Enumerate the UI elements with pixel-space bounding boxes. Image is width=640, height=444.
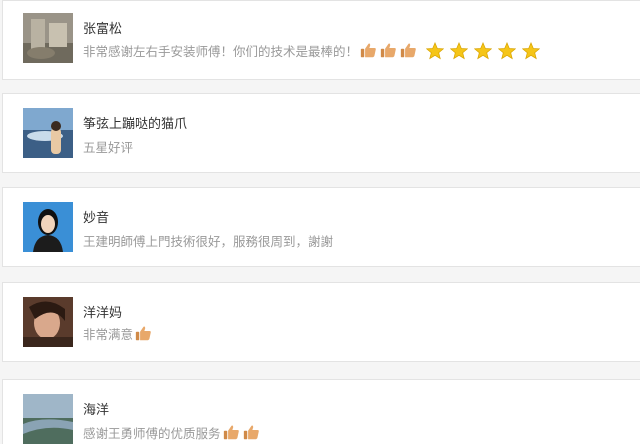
- review-card: 洋洋妈 非常满意: [2, 282, 640, 362]
- avatar: [23, 108, 73, 158]
- review-comment-row: 五星好评: [83, 137, 133, 156]
- thumbs-up-icon: [135, 326, 151, 341]
- avatar: [23, 202, 73, 252]
- rating-icons: [223, 424, 263, 441]
- rating-icons: [360, 41, 541, 60]
- review-comment-row: 非常满意: [83, 324, 155, 343]
- avatar: [23, 13, 73, 63]
- avatar: [23, 394, 73, 444]
- star-icon: [426, 41, 445, 59]
- star-icon: [498, 41, 517, 59]
- thumbs-up-icon: [360, 43, 376, 58]
- thumbs-up-icon: [243, 425, 259, 440]
- review-comment-row: 感谢王勇师傅的优质服务: [83, 423, 263, 442]
- thumbs-up-icon: [400, 43, 416, 58]
- reviewer-name: 张富松: [83, 22, 123, 37]
- review-card: 筝弦上蹦哒的猫爪 五星好评: [2, 93, 640, 173]
- review-comment: 感谢王勇师傅的优质服务: [83, 426, 221, 441]
- thumbs-up-icon: [223, 425, 239, 440]
- avatar: [23, 297, 73, 347]
- reviewer-name: 洋洋妈: [83, 306, 123, 321]
- reviewer-name: 妙音: [83, 211, 110, 226]
- review-list: 张富松 非常感谢左右手安装师傅！你们的技术是最棒的！ 筝弦上蹦哒的猫爪 五星好评…: [0, 0, 640, 444]
- reviewer-name: 海洋: [83, 403, 110, 418]
- review-comment: 五星好评: [83, 140, 134, 155]
- review-comment: 非常感谢左右手安装师傅！你们的技术是最棒的！: [83, 44, 359, 59]
- review-card: 妙音 王建明師傅上門技術很好，服務很周到，謝謝: [2, 187, 640, 267]
- star-icon: [450, 41, 469, 59]
- review-comment: 王建明師傅上門技術很好，服務很周到，謝謝: [83, 234, 334, 249]
- review-comment-row: 非常感谢左右手安装师傅！你们的技术是最棒的！: [83, 41, 541, 60]
- review-comment-row: 王建明師傅上門技術很好，服務很周到，謝謝: [83, 231, 333, 250]
- review-card: 海洋 感谢王勇师傅的优质服务: [2, 379, 640, 444]
- star-icon: [474, 41, 493, 59]
- reviewer-name: 筝弦上蹦哒的猫爪: [83, 117, 188, 132]
- thumbs-up-icon: [380, 43, 396, 58]
- star-icon: [522, 41, 541, 59]
- rating-icons: [135, 325, 155, 342]
- review-comment: 非常满意: [83, 327, 134, 342]
- review-card: 张富松 非常感谢左右手安装师傅！你们的技术是最棒的！: [2, 0, 640, 80]
